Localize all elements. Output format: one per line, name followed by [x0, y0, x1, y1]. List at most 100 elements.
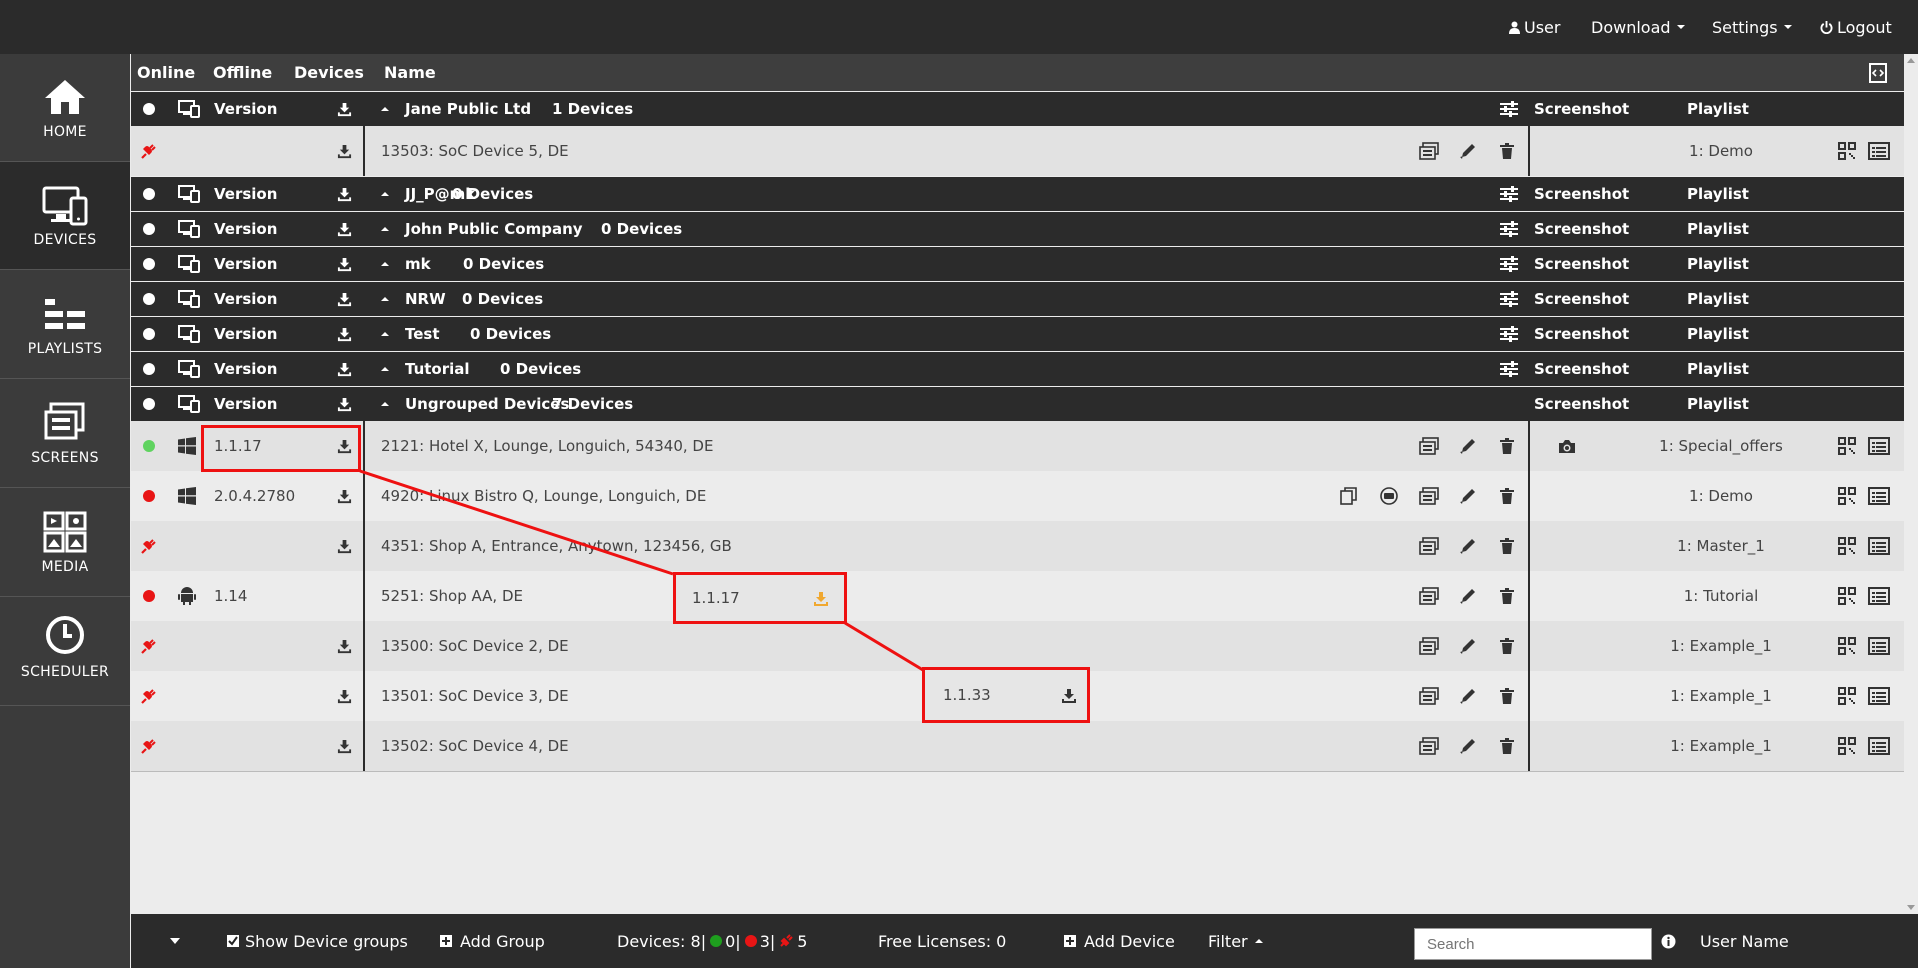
update-popup[interactable]: 1.1.33: [922, 667, 1090, 723]
playlist-list-icon[interactable]: [1868, 671, 1890, 721]
download-icon[interactable]: [337, 92, 352, 126]
screens-icon[interactable]: [1419, 126, 1439, 176]
device-playlist[interactable]: 1: Tutorial: [1641, 571, 1801, 621]
group-name[interactable]: Ungrouped Devices: [405, 387, 569, 421]
sidebar-item-home[interactable]: HOME: [0, 54, 130, 162]
trash-icon[interactable]: [1499, 621, 1515, 671]
edit-pencil-icon[interactable]: [1459, 421, 1477, 471]
group-name[interactable]: Jane Public Ltd: [405, 92, 531, 126]
collapse-caret-icon[interactable]: [380, 92, 390, 126]
edit-pencil-icon[interactable]: [1459, 671, 1477, 721]
add-device-button[interactable]: Add Device: [1064, 914, 1175, 968]
collapse-caret-icon[interactable]: [380, 352, 390, 386]
trash-icon[interactable]: [1499, 721, 1515, 771]
download-icon[interactable]: [337, 352, 352, 386]
sidebar-item-devices[interactable]: DEVICES: [0, 162, 130, 270]
device-name[interactable]: 2121: Hotel X, Lounge, Longuich, 54340, …: [381, 421, 713, 471]
screens-icon[interactable]: [1419, 471, 1439, 521]
user-menu[interactable]: User: [1509, 0, 1560, 54]
download-icon[interactable]: [337, 177, 352, 211]
version-column-label[interactable]: Version: [214, 317, 277, 351]
edit-pencil-icon[interactable]: [1459, 471, 1477, 521]
download-icon[interactable]: [337, 212, 352, 246]
device-row[interactable]: 1.1.17 2121: Hotel X, Lounge, Longuich, 5…: [131, 421, 1904, 471]
trash-icon[interactable]: [1499, 471, 1515, 521]
screens-icon[interactable]: [1419, 421, 1439, 471]
edit-pencil-icon[interactable]: [1459, 571, 1477, 621]
device-row[interactable]: 13503: SoC Device 5, DE 1: Demo: [131, 126, 1904, 176]
download-icon[interactable]: [337, 387, 352, 421]
download-icon[interactable]: [337, 317, 352, 351]
device-name[interactable]: 4920: Linux Bistro Q, Lounge, Longuich, …: [381, 471, 706, 521]
sidebar-item-media[interactable]: MEDIA: [0, 489, 130, 597]
logout-button[interactable]: Logout: [1820, 0, 1892, 54]
download-icon[interactable]: [337, 721, 352, 771]
search-input[interactable]: [1414, 928, 1652, 960]
playlist-list-icon[interactable]: [1868, 471, 1890, 521]
device-playlist[interactable]: 1: Special_offers: [1641, 421, 1801, 471]
sidebar-item-playlists[interactable]: PLAYLISTS: [0, 271, 130, 379]
camera-icon[interactable]: [1558, 421, 1576, 471]
column-devices[interactable]: Devices: [294, 54, 364, 91]
device-row[interactable]: 13500: SoC Device 2, DE 1: Example_1: [131, 621, 1904, 671]
version-column-label[interactable]: Version: [214, 387, 277, 421]
group-name[interactable]: Tutorial: [405, 352, 470, 386]
device-name[interactable]: 13502: SoC Device 4, DE: [381, 721, 569, 771]
filter-toggle[interactable]: Filter: [1208, 914, 1264, 968]
device-playlist[interactable]: 1: Demo: [1641, 471, 1801, 521]
download-icon[interactable]: [337, 247, 352, 281]
collapse-caret-icon[interactable]: [380, 177, 390, 211]
playlist-list-icon[interactable]: [1868, 126, 1890, 176]
download-icon[interactable]: [337, 621, 352, 671]
collapse-caret-icon[interactable]: [380, 247, 390, 281]
download-icon[interactable]: [337, 521, 352, 571]
group-name[interactable]: Test: [405, 317, 440, 351]
trash-icon[interactable]: [1499, 571, 1515, 621]
playlist-list-icon[interactable]: [1868, 421, 1890, 471]
version-column-label[interactable]: Version: [214, 92, 277, 126]
playlist-list-icon[interactable]: [1868, 521, 1890, 571]
download-icon[interactable]: [1061, 688, 1077, 704]
trash-icon[interactable]: [1499, 671, 1515, 721]
device-playlist[interactable]: 1: Example_1: [1641, 621, 1801, 671]
download-icon[interactable]: [337, 471, 352, 521]
device-name[interactable]: 5251: Shop AA, DE: [381, 571, 523, 621]
trash-icon[interactable]: [1499, 421, 1515, 471]
export-code-icon[interactable]: [1868, 63, 1888, 83]
collapse-caret-icon[interactable]: [380, 387, 390, 421]
trash-icon[interactable]: [1499, 126, 1515, 176]
playlist-list-icon[interactable]: [1868, 721, 1890, 771]
qr-code-icon[interactable]: [1838, 421, 1856, 471]
info-icon[interactable]: [1661, 914, 1676, 968]
group-settings-icon[interactable]: [1500, 352, 1518, 386]
qr-code-icon[interactable]: [1838, 521, 1856, 571]
device-playlist[interactable]: 1: Example_1: [1641, 721, 1801, 771]
group-settings-icon[interactable]: [1500, 317, 1518, 351]
group-settings-icon[interactable]: [1500, 92, 1518, 126]
scroll-down-arrow[interactable]: [1907, 905, 1915, 910]
version-column-label[interactable]: Version: [214, 177, 277, 211]
screens-icon[interactable]: [1419, 521, 1439, 571]
collapse-caret-icon[interactable]: [380, 212, 390, 246]
collapse-caret-icon[interactable]: [380, 282, 390, 316]
device-name[interactable]: 13500: SoC Device 2, DE: [381, 621, 569, 671]
device-row[interactable]: 1.14 5251: Shop AA, DE 1: Tutorial: [131, 571, 1904, 621]
qr-code-icon[interactable]: [1838, 721, 1856, 771]
sidebar-item-scheduler[interactable]: SCHEDULER: [0, 598, 130, 706]
qr-code-icon[interactable]: [1838, 571, 1856, 621]
device-row[interactable]: 13502: SoC Device 4, DE 1: Example_1: [131, 721, 1904, 771]
screens-icon[interactable]: [1419, 621, 1439, 671]
edit-pencil-icon[interactable]: [1459, 621, 1477, 671]
version-column-label[interactable]: Version: [214, 282, 277, 316]
download-icon[interactable]: [813, 591, 829, 607]
download-icon[interactable]: [337, 282, 352, 316]
group-settings-icon[interactable]: [1500, 247, 1518, 281]
device-name[interactable]: 13503: SoC Device 5, DE: [381, 126, 569, 176]
scrollbar[interactable]: [1904, 54, 1918, 914]
version-column-label[interactable]: Version: [214, 247, 277, 281]
group-name[interactable]: John Public Company: [405, 212, 583, 246]
version-column-label[interactable]: Version: [214, 212, 277, 246]
screens-icon[interactable]: [1419, 721, 1439, 771]
scroll-up-arrow[interactable]: [1907, 58, 1915, 63]
download-icon[interactable]: [337, 671, 352, 721]
